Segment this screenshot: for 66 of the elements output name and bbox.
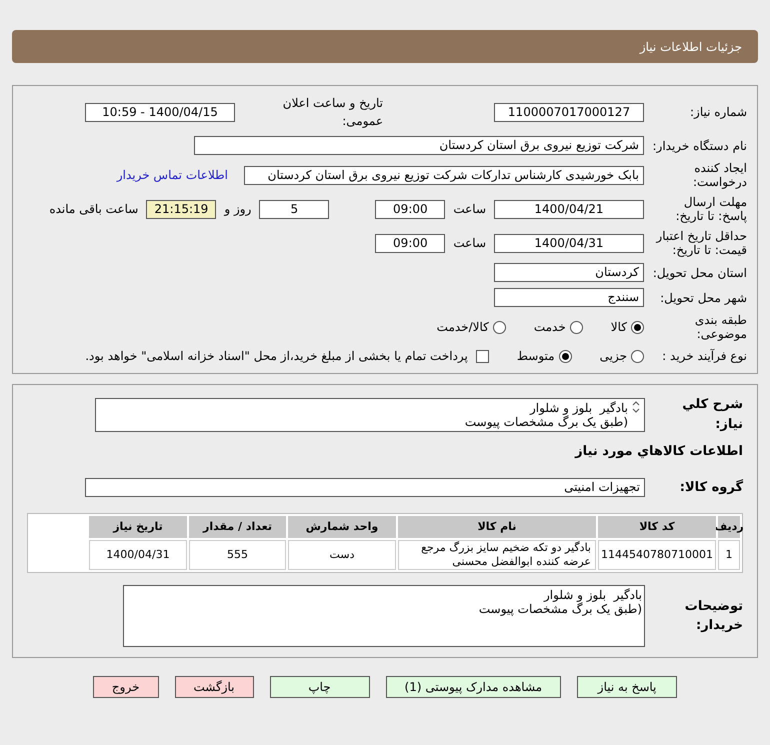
- table-cell: 1144540780710001: [598, 540, 716, 570]
- action-button[interactable]: مشاهده مدارک پیوستی (1): [386, 676, 562, 698]
- radio-button[interactable]: [631, 350, 644, 362]
- field-value: 5: [259, 200, 330, 218]
- field-label: حداقل تاریخ اعتبار قیمت: تا تاریخ:: [654, 229, 747, 257]
- field-value: بابک خورشیدی کارشناس تدارکات شرکت توزیع نیروی برق استان کردستان: [244, 166, 644, 184]
- field-label: مهلت ارسال پاسخ: تا تاریخ:: [674, 195, 747, 223]
- table-cell: بادگیر دو تکه ضخیم سایز بزرگ مرجع عرضه کننده ابوالفضل محسنی: [398, 540, 596, 570]
- field-label: طبقه بندی موضوعی:: [694, 313, 747, 341]
- column-header: تاریخ نیاز: [89, 516, 187, 538]
- radio-label: جزیی: [600, 348, 627, 365]
- field-value: شرکت توزیع نیروی برق استان کردستان: [194, 136, 644, 155]
- radio-button[interactable]: [570, 320, 583, 334]
- field-value: 1400/04/15 - 10:59: [85, 102, 235, 122]
- action-button[interactable]: پاسخ به نیاز: [577, 676, 678, 698]
- field-value: کردستان: [494, 263, 644, 282]
- field-value: 09:00: [375, 234, 446, 252]
- field-label: نوع فرآیند خرید :: [661, 349, 747, 363]
- field-label: ساعت: [453, 235, 486, 252]
- field-value: تجهیزات امنیتی: [85, 478, 645, 497]
- field-value: 09:00: [375, 200, 446, 218]
- field-label: گروه کالا:: [678, 478, 743, 496]
- field-label: ایجاد کننده درخواست:: [692, 161, 747, 189]
- field-value: 1100007017000127: [494, 102, 644, 122]
- table-cell: 1: [718, 540, 740, 570]
- field-label: استان محل تحویل:: [652, 266, 747, 280]
- field-label: نام دستگاه خریدار:: [652, 138, 747, 152]
- radio-label: متوسط: [516, 348, 555, 365]
- radio-label: خدمت: [534, 319, 566, 336]
- description-line: (طبق یک برگ مشخصات پیوست: [464, 414, 628, 428]
- action-button[interactable]: چاپ: [270, 676, 370, 698]
- radio-label: کالا/خدمت: [436, 319, 489, 336]
- table-cell: دست: [288, 540, 396, 570]
- contact-link[interactable]: اطلاعات تماس خریدار: [116, 166, 228, 184]
- field-value: سنندج: [494, 288, 644, 307]
- notes-line: (طبق یک برگ مشخصات پیوست: [478, 602, 642, 616]
- field-label: شهر محل تحویل:: [659, 290, 747, 304]
- countdown-value: 21:15:19: [146, 200, 216, 218]
- field-label: ساعت: [453, 201, 486, 218]
- radio-button[interactable]: [492, 320, 506, 334]
- table-cell: 1400/04/31: [89, 540, 187, 570]
- field-value: 1400/04/21: [494, 200, 644, 218]
- field-value: 1400/04/31: [494, 234, 644, 252]
- column-header: کد کالا: [598, 516, 716, 538]
- action-button[interactable]: خروج: [92, 676, 158, 698]
- scroll-arrows-icon[interactable]: [632, 400, 640, 412]
- column-header: تعداد / مقدار: [189, 516, 286, 538]
- checkbox-label: پرداخت تمام یا بخشی از مبلغ خرید،از محل "اسناد خزانه اسلامی" خواهد بود.: [85, 348, 468, 365]
- field-label: ساعت باقی مانده: [49, 201, 138, 218]
- column-header: واحد شمارش: [288, 516, 396, 538]
- action-button[interactable]: بازگشت: [174, 676, 254, 698]
- field-label: توضیحات خریدار:: [684, 598, 743, 635]
- field-label: شماره نیاز:: [689, 105, 747, 119]
- checkbox[interactable]: [476, 350, 489, 362]
- radio-button[interactable]: [558, 350, 572, 362]
- field-label: شرح کلي نياز:: [681, 396, 743, 434]
- description-line: بادگیر بلوز و شلوار: [528, 400, 628, 414]
- notes-line: بادگیر بلوز و شلوار: [542, 588, 642, 602]
- section-heading: اطلاعات کالاهاي مورد نياز: [574, 443, 743, 461]
- radio-button[interactable]: [631, 320, 644, 334]
- radio-label: کالا: [610, 319, 627, 336]
- field-label: تاریخ و ساعت اعلان عمومی:: [282, 95, 383, 130]
- table-cell: 555: [189, 540, 286, 570]
- page-title: جزئیات اطلاعات نیاز: [640, 38, 742, 56]
- field-label: روز و: [224, 201, 252, 218]
- column-header: نام کالا: [398, 516, 596, 538]
